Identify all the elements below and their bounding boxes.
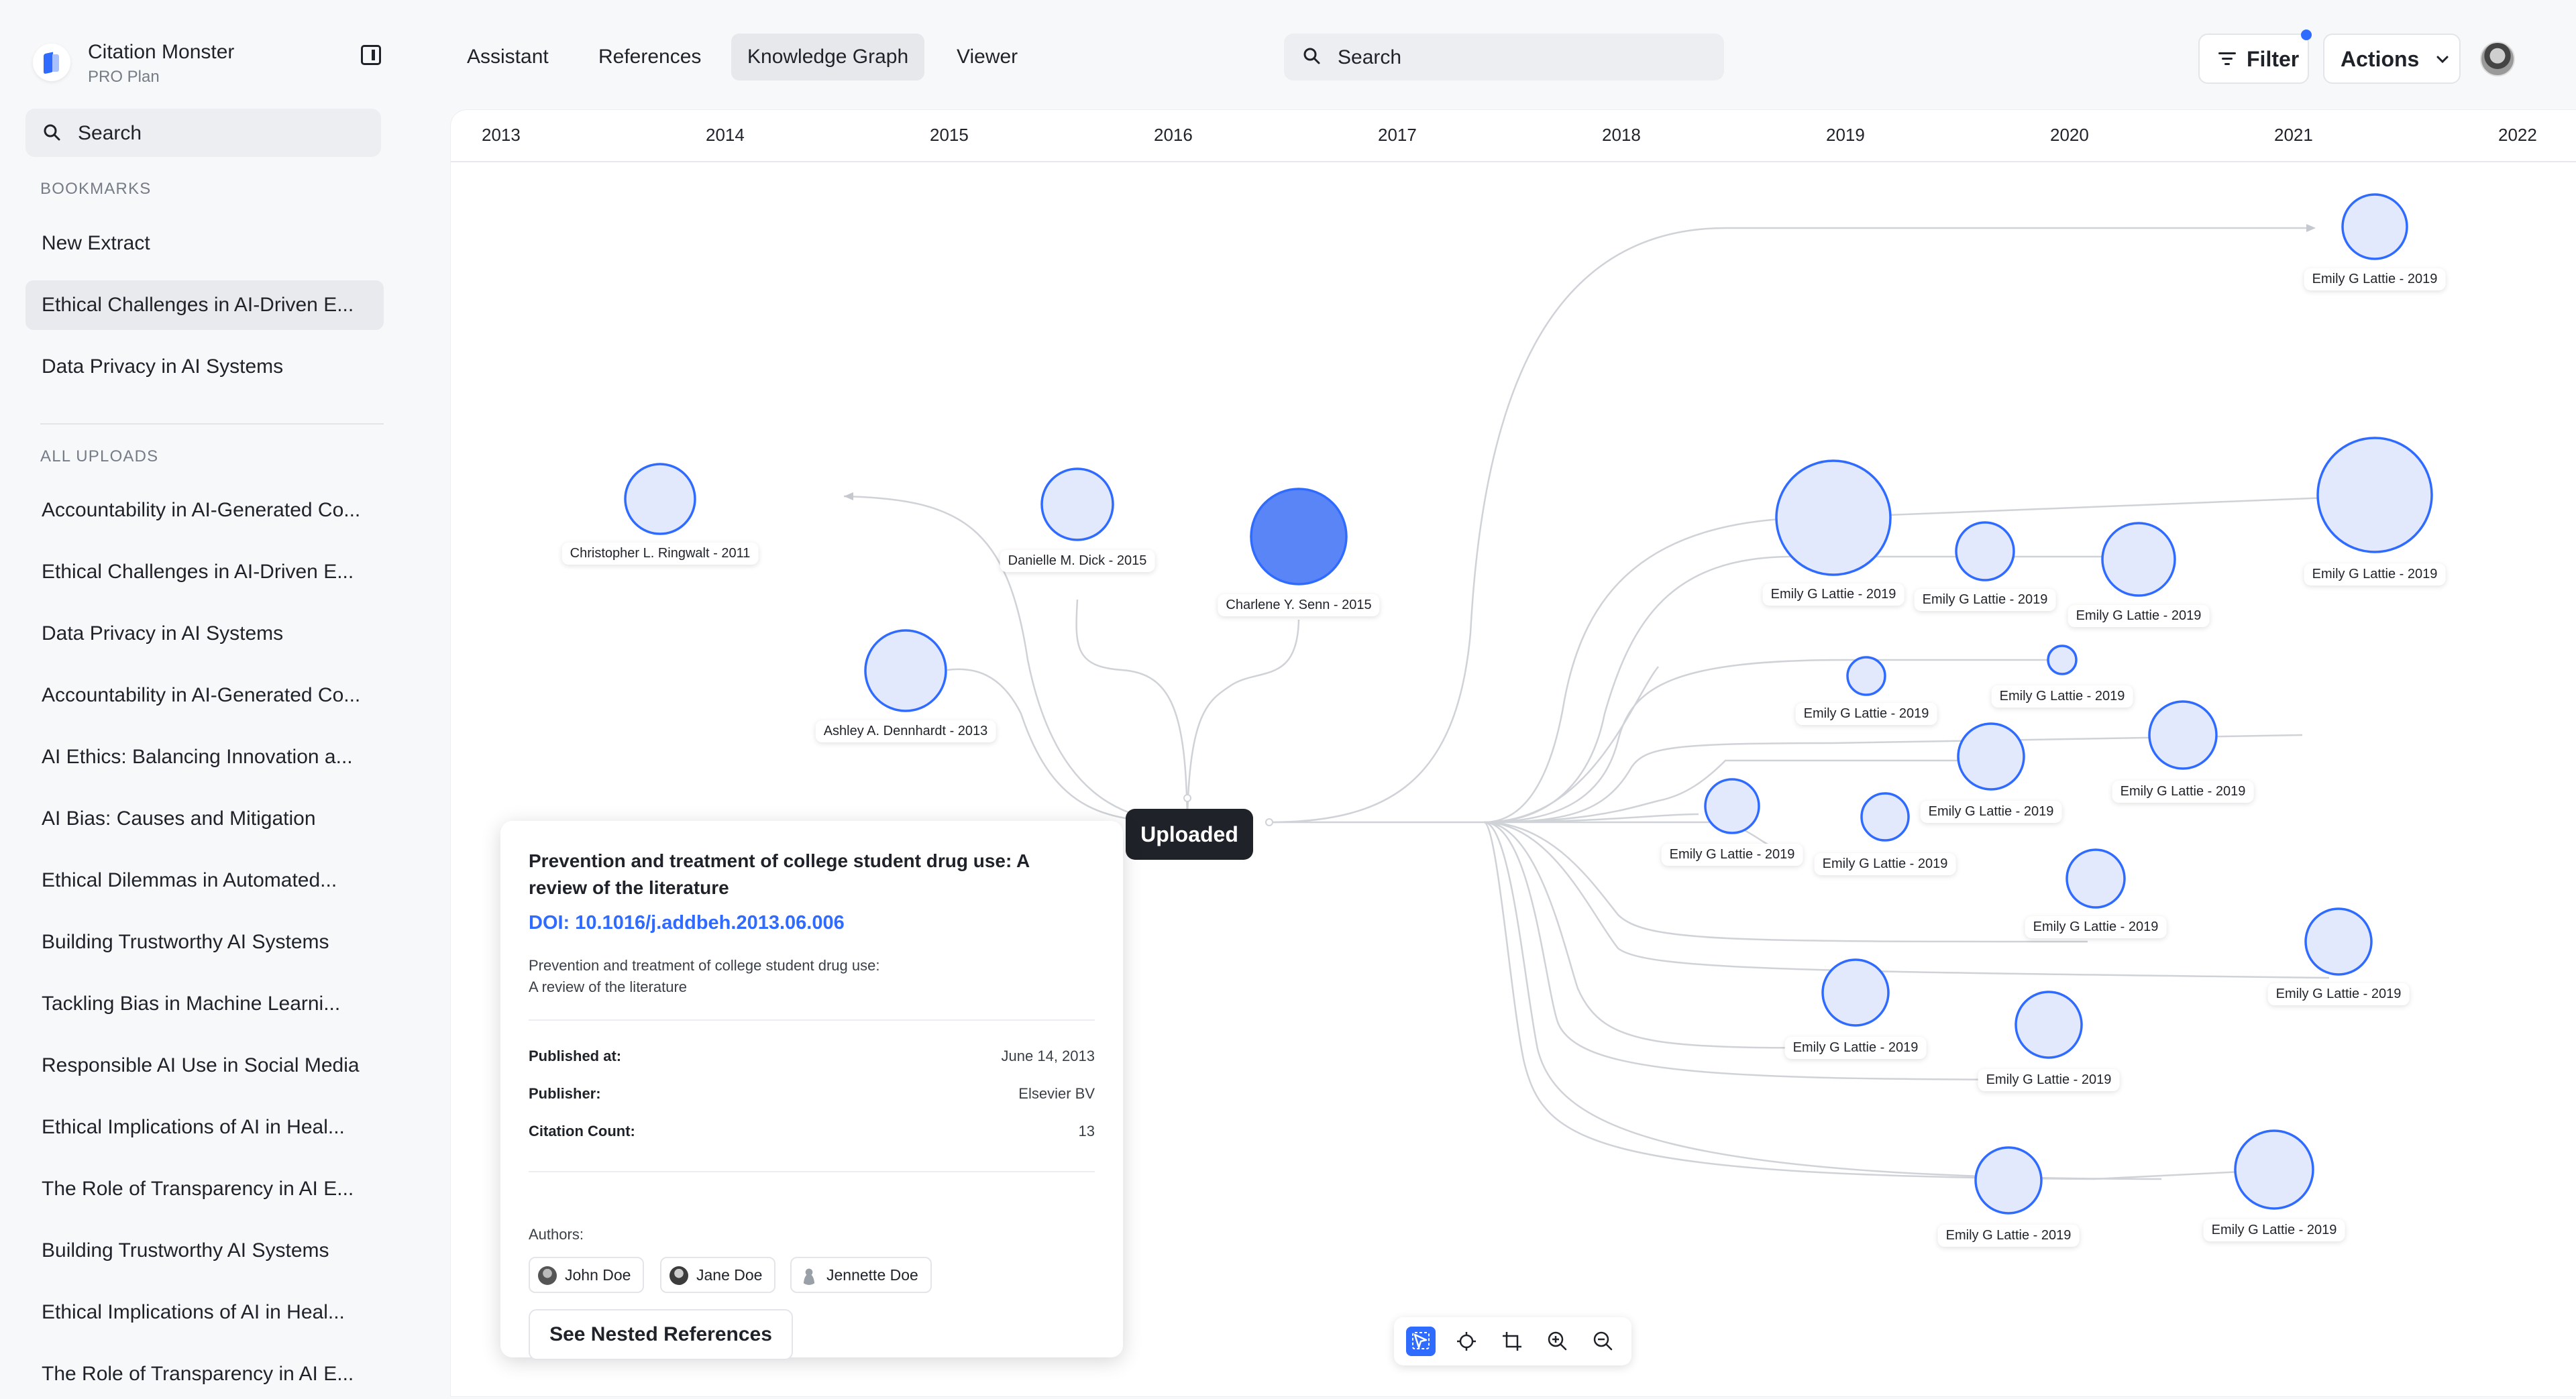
filter-notification-dot (2301, 30, 2312, 40)
author-name: Jennette Doe (826, 1266, 918, 1284)
abstract-line: Prevention and treatment of college stud… (529, 957, 880, 974)
node-label[interactable]: Emily G Lattie - 2019 (1914, 589, 2056, 611)
filter-icon (2218, 52, 2236, 66)
upload-item[interactable]: AI Bias: Causes and Mitigation (25, 794, 384, 844)
tab-viewer[interactable]: Viewer (941, 34, 1034, 80)
sidebar: Citation Monster PRO Plan Search BOOKMAR… (0, 0, 449, 1396)
search-icon (1303, 48, 1320, 64)
center-tool-icon[interactable] (1452, 1327, 1481, 1356)
node-label[interactable]: Danielle M. Dick - 2015 (1000, 550, 1155, 572)
node-label[interactable]: Christopher L. Ringwalt - 2011 (561, 543, 759, 565)
divider (529, 1019, 1095, 1021)
reference-title: Prevention and treatment of college stud… (529, 850, 1030, 898)
node-label[interactable]: Emily G Lattie - 2019 (2304, 268, 2446, 290)
author-avatar (538, 1266, 557, 1285)
node-label[interactable]: Emily G Lattie - 2019 (1661, 844, 1803, 866)
upload-item[interactable]: The Role of Transparency in AI E... (25, 1164, 384, 1214)
brand[interactable]: Citation Monster PRO Plan (33, 37, 409, 91)
reference-doi-link[interactable]: DOI: 10.1016/j.addbeh.2013.06.006 (529, 912, 845, 934)
top-search-placeholder: Search (1338, 46, 1402, 68)
author-chip[interactable]: Jennette Doe (790, 1257, 932, 1293)
chevron-down-icon (2436, 56, 2449, 64)
node-label[interactable]: Emily G Lattie - 2019 (1937, 1225, 2080, 1247)
node-label[interactable]: Emily G Lattie - 2019 (2112, 781, 2254, 803)
upload-item[interactable]: Building Trustworthy AI Systems (25, 1226, 384, 1276)
tab-knowledge-graph[interactable]: Knowledge Graph (731, 34, 925, 80)
tab-references[interactable]: References (582, 34, 717, 80)
zoom-in-icon[interactable] (1543, 1327, 1572, 1356)
search-icon (44, 124, 60, 141)
node-label[interactable]: Emily G Lattie - 2019 (2025, 916, 2167, 938)
actions-button[interactable]: Actions (2323, 34, 2461, 84)
abstract-line: A review of the literature (529, 978, 688, 995)
uploads-heading: ALL UPLOADS (40, 447, 159, 465)
filter-button[interactable]: Filter (2198, 34, 2309, 84)
author-name: John Doe (565, 1266, 631, 1284)
published-value: June 14, 2013 (1001, 1048, 1095, 1064)
select-tool-icon[interactable] (1406, 1327, 1436, 1356)
node-label[interactable]: Emily G Lattie - 2019 (1762, 583, 1904, 606)
bookmark-item-active[interactable]: Ethical Challenges in AI-Driven E... (25, 280, 384, 330)
upload-item[interactable]: AI Ethics: Balancing Innovation a... (25, 732, 384, 782)
crop-tool-icon[interactable] (1497, 1327, 1527, 1356)
node-label[interactable]: Emily G Lattie - 2019 (2304, 563, 2446, 585)
uploaded-node[interactable]: Uploaded (1126, 809, 1253, 860)
upload-item[interactable]: Tackling Bias in Machine Learni... (25, 979, 384, 1029)
sidebar-search-input[interactable]: Search (25, 109, 381, 157)
knowledge-graph-panel[interactable]: 2013 2014 2015 2016 2017 2018 2019 2020 … (451, 110, 2576, 1396)
filter-label: Filter (2247, 47, 2300, 71)
plan-label: PRO Plan (88, 68, 160, 86)
sidebar-search-placeholder: Search (78, 122, 142, 144)
app-name: Citation Monster (88, 41, 235, 63)
see-nested-references-button[interactable]: See Nested References (529, 1309, 793, 1360)
graph-toolbar (1394, 1317, 1631, 1365)
author-chip[interactable]: John Doe (529, 1257, 645, 1293)
bookmark-item[interactable]: New Extract (25, 219, 384, 268)
upload-item[interactable]: Responsible AI Use in Social Media (25, 1041, 384, 1090)
upload-item[interactable]: Ethical Challenges in AI-Driven E... (25, 547, 384, 597)
zoom-out-icon[interactable] (1589, 1327, 1618, 1356)
node-label[interactable]: Emily G Lattie - 2019 (1920, 801, 2062, 823)
node-label[interactable]: Emily G Lattie - 2019 (1784, 1037, 1927, 1059)
divider (40, 423, 384, 425)
node-label[interactable]: Ashley A. Dennhardt - 2013 (815, 720, 996, 742)
upload-item[interactable]: Ethical Dilemmas in Automated... (25, 856, 384, 905)
tab-assistant[interactable]: Assistant (451, 34, 565, 80)
upload-item[interactable]: Building Trustworthy AI Systems (25, 917, 384, 967)
node-label[interactable]: Emily G Lattie - 2019 (2203, 1219, 2345, 1241)
publisher-value: Elsevier BV (1018, 1085, 1095, 1102)
author-name: Jane Doe (696, 1266, 763, 1284)
author-avatar (669, 1266, 688, 1285)
publisher-label: Publisher: (529, 1085, 601, 1102)
bookmark-item[interactable]: Data Privacy in AI Systems (25, 342, 384, 392)
upload-item[interactable]: Ethical Implications of AI in Heal... (25, 1103, 384, 1152)
reference-detail-card: Prevention and treatment of college stud… (500, 821, 1123, 1360)
node-label[interactable]: Emily G Lattie - 2019 (1795, 703, 1937, 725)
authors-label: Authors: (529, 1226, 584, 1243)
node-label[interactable]: Emily G Lattie - 2019 (1978, 1069, 2120, 1091)
app-logo (33, 44, 70, 81)
node-label[interactable]: Emily G Lattie - 2019 (1814, 853, 1956, 875)
user-avatar[interactable] (2480, 42, 2515, 76)
citation-count-value: 13 (1078, 1123, 1095, 1139)
published-label: Published at: (529, 1048, 622, 1064)
upload-item[interactable]: Accountability in AI-Generated Co... (25, 486, 384, 535)
person-icon (800, 1266, 818, 1285)
citation-count-label: Citation Count: (529, 1123, 635, 1139)
divider (529, 1171, 1095, 1172)
upload-item[interactable]: The Role of Transparency in AI E... (25, 1349, 384, 1399)
upload-item[interactable]: Data Privacy in AI Systems (25, 609, 384, 659)
node-label[interactable]: Emily G Lattie - 2019 (1991, 685, 2133, 708)
node-label-selected[interactable]: Charlene Y. Senn - 2015 (1218, 594, 1380, 616)
node-label[interactable]: Emily G Lattie - 2019 (2267, 983, 2410, 1005)
upload-item[interactable]: Accountability in AI-Generated Co... (25, 671, 384, 720)
node-label[interactable]: Emily G Lattie - 2019 (2068, 605, 2210, 627)
bookmarks-heading: BOOKMARKS (40, 180, 152, 198)
sidebar-toggle-icon[interactable] (361, 45, 381, 65)
reference-abstract: Prevention and treatment of college stud… (529, 955, 998, 998)
author-chip[interactable]: Jane Doe (660, 1257, 776, 1293)
actions-label: Actions (2341, 47, 2420, 71)
upload-item[interactable]: Ethical Implications of AI in Heal... (25, 1288, 384, 1337)
top-search-input[interactable]: Search (1284, 34, 1724, 80)
